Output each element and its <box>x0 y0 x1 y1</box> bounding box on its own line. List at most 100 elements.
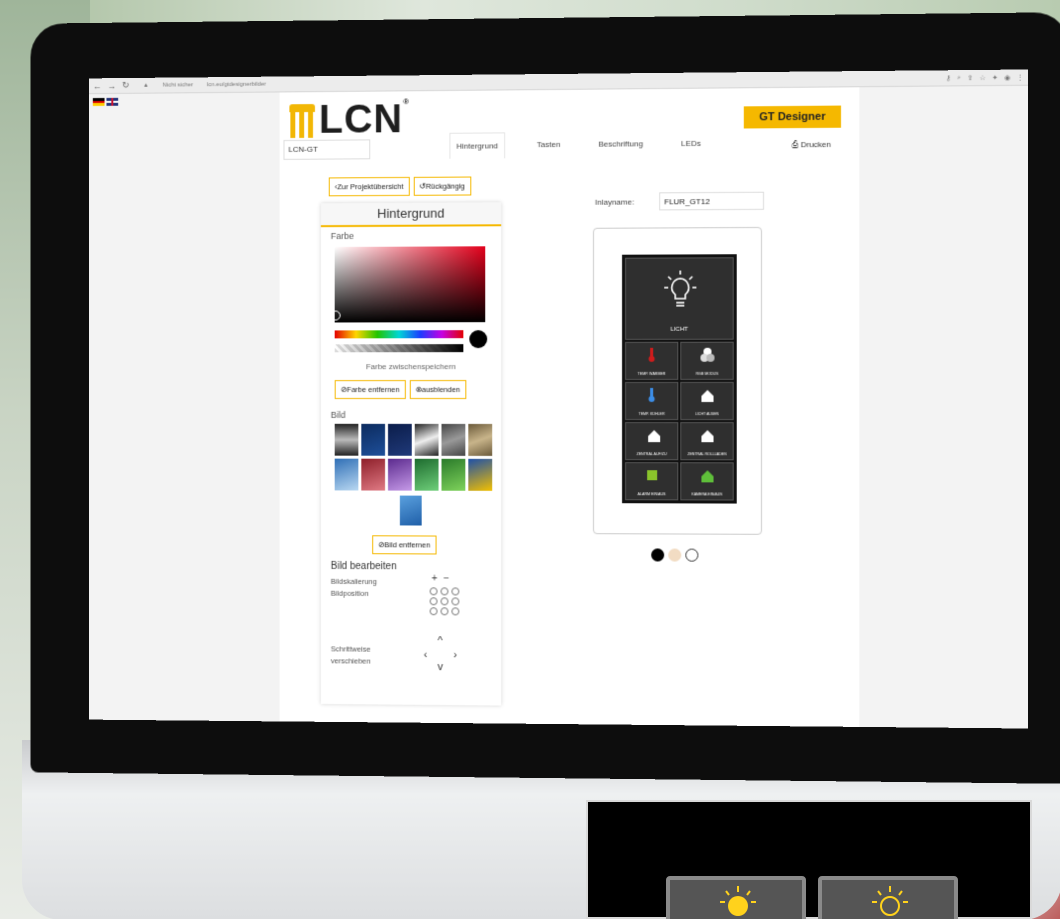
gt-key-licht[interactable]: LICHT <box>625 257 734 340</box>
frame-color-beige[interactable] <box>668 549 681 562</box>
position-bottom-icon[interactable] <box>441 607 449 615</box>
logo-text: LCN® <box>319 97 410 142</box>
gt-key-rgb-modus[interactable]: RGB MODUS <box>680 342 733 380</box>
tab-tasten[interactable]: Tasten <box>531 132 567 158</box>
save-color-link[interactable]: Farbe zwischenspeichern <box>321 362 501 371</box>
gt-panel-preview: LICHT TEMP. WÄRMER RGB MODUS TEMP. KÜHLE… <box>622 254 737 503</box>
zoom-icon[interactable]: ⌕ <box>957 74 961 82</box>
printer-icon: ⎙ <box>792 140 798 149</box>
menu-icon[interactable]: ⋮ <box>1017 73 1024 81</box>
position-label: Bildposition <box>331 589 369 598</box>
gt-key-kamera[interactable]: KAMERA EIN/AUS <box>680 462 733 500</box>
background-panel: Hintergrund Farbe Farbe zwischenspeicher… <box>321 202 501 705</box>
background-image-grid <box>335 424 493 491</box>
rgb-icon <box>699 347 715 363</box>
frame-color-black[interactable] <box>651 548 664 561</box>
reload-icon[interactable]: ↻ <box>122 80 129 91</box>
chevron-down-icon[interactable]: v <box>438 661 443 673</box>
position-top-left-icon[interactable] <box>430 587 438 595</box>
position-left-icon[interactable] <box>430 597 438 605</box>
background-thumbnail[interactable] <box>415 459 439 491</box>
gt-key-licht-aussen[interactable]: LICHT AUßEN <box>680 382 733 420</box>
gt-key-alarm[interactable]: ALARM EIN/AUS <box>625 462 678 500</box>
print-button[interactable]: ⎙ Drucken <box>792 140 831 150</box>
house-key-icon <box>644 427 660 443</box>
scaling-label: Bildskalierung <box>331 577 377 586</box>
step-label-2: verschieben <box>331 656 371 665</box>
background-thumbnail[interactable] <box>335 459 359 491</box>
tab-leds[interactable]: LEDs <box>675 131 707 157</box>
inlay-name-input[interactable]: FLUR_GT12 <box>659 192 764 211</box>
background-thumbnail[interactable] <box>442 424 466 456</box>
lcn-logo[interactable]: LCN® <box>289 97 410 143</box>
color-section-label: Farbe <box>321 226 501 245</box>
remove-image-button[interactable]: ⊘Bild entfernen <box>372 535 436 554</box>
extensions-icon[interactable]: ✦ <box>992 73 998 81</box>
back-arrow-icon[interactable]: ← <box>93 81 102 91</box>
chevron-up-icon[interactable]: ^ <box>438 635 443 647</box>
tab-hintergrund[interactable]: Hintergrund <box>449 132 504 158</box>
background-thumbnail[interactable] <box>335 424 359 456</box>
hide-button[interactable]: ⊗ausblenden <box>409 380 466 399</box>
back-to-overview-button[interactable]: ‹Zur Projektübersicht <box>329 177 410 196</box>
background-thumbnail[interactable] <box>388 459 412 491</box>
project-name-field[interactable]: LCN-GT <box>283 139 370 160</box>
key-icon[interactable]: ⚷ <box>946 74 951 82</box>
panel-toolbar: ‹Zur Projektübersicht ↺Rückgängig <box>329 177 471 197</box>
position-right-icon[interactable] <box>451 597 459 605</box>
image-position-grid <box>430 587 461 615</box>
inlay-name-label: Inlayname: <box>595 198 634 207</box>
zoom-key-left <box>666 876 806 919</box>
position-top-icon[interactable] <box>441 587 449 595</box>
position-bottom-left-icon[interactable] <box>430 607 438 615</box>
hue-slider[interactable] <box>335 330 464 338</box>
tab-beschriftung[interactable]: Beschriftung <box>592 131 649 157</box>
background-thumbnail[interactable] <box>388 424 412 456</box>
color-picker-handle[interactable] <box>331 311 341 321</box>
chevron-left-icon[interactable]: ‹ <box>424 649 428 661</box>
remove-color-button[interactable]: ⊘Farbe entfernen <box>335 380 406 399</box>
house-light-icon <box>699 387 715 403</box>
alpha-slider[interactable] <box>335 344 464 352</box>
background-thumbnail[interactable] <box>468 424 492 456</box>
gt-key-label: LICHT <box>626 327 733 333</box>
zoom-in-icon[interactable]: + <box>432 573 438 584</box>
position-center-icon[interactable] <box>441 597 449 605</box>
color-picker-field[interactable] <box>335 246 486 322</box>
gt-key-temp-kuehler[interactable]: TEMP. KÜHLER <box>625 382 678 420</box>
chevron-right-icon[interactable]: › <box>453 649 457 661</box>
gt-designer-badge[interactable]: GT Designer <box>744 106 841 129</box>
background-thumbnail[interactable] <box>361 459 385 491</box>
star-icon[interactable]: ☆ <box>979 73 985 81</box>
zoom-inset-detail <box>586 800 1032 919</box>
zoom-out-icon[interactable]: − <box>443 573 449 584</box>
color-actions: ⊘Farbe entfernen ⊗ausblenden <box>335 380 466 399</box>
alarm-icon <box>644 467 660 483</box>
image-section-label: Bild <box>331 410 346 420</box>
main-tabs: Hintergrund Tasten Beschriftung LEDs <box>449 131 706 159</box>
background-thumbnail[interactable] <box>415 424 439 456</box>
gt-key-zentral-auf-zu[interactable]: ZENTRAL AUF/ZU <box>625 422 678 460</box>
position-top-right-icon[interactable] <box>451 587 459 595</box>
german-flag-icon[interactable] <box>93 98 105 106</box>
background-thumbnail[interactable] <box>468 459 492 491</box>
english-flag-icon[interactable] <box>106 98 118 106</box>
profile-icon[interactable]: ◉ <box>1004 73 1010 81</box>
camera-house-icon <box>699 467 715 483</box>
forward-arrow-icon[interactable]: → <box>107 81 116 91</box>
background-thumbnail[interactable] <box>400 496 422 526</box>
gt-key-zentral-rolllaeden[interactable]: ZENTRAL ROLLLÄDEN <box>680 422 733 460</box>
thermometer-cold-icon <box>644 387 660 403</box>
background-thumbnail[interactable] <box>442 459 466 491</box>
house-shutter-icon <box>699 427 715 443</box>
gt-key-temp-warmer[interactable]: TEMP. WÄRMER <box>625 342 678 380</box>
undo-button[interactable]: ↺Rückgängig <box>413 177 470 196</box>
frame-color-selector <box>651 548 698 561</box>
share-icon[interactable]: ⇪ <box>967 74 973 82</box>
background-thumbnail[interactable] <box>361 424 385 456</box>
zoom-key-right <box>818 876 958 919</box>
position-bottom-right-icon[interactable] <box>451 607 459 615</box>
monitor-screen: ← → ↻ ▲ Nicht sicher lcn.eu/gtdesignerbi… <box>89 69 1028 728</box>
frame-color-white[interactable] <box>685 549 698 562</box>
address-bar[interactable]: lcn.eu/gtdesignerbilder <box>207 81 266 87</box>
